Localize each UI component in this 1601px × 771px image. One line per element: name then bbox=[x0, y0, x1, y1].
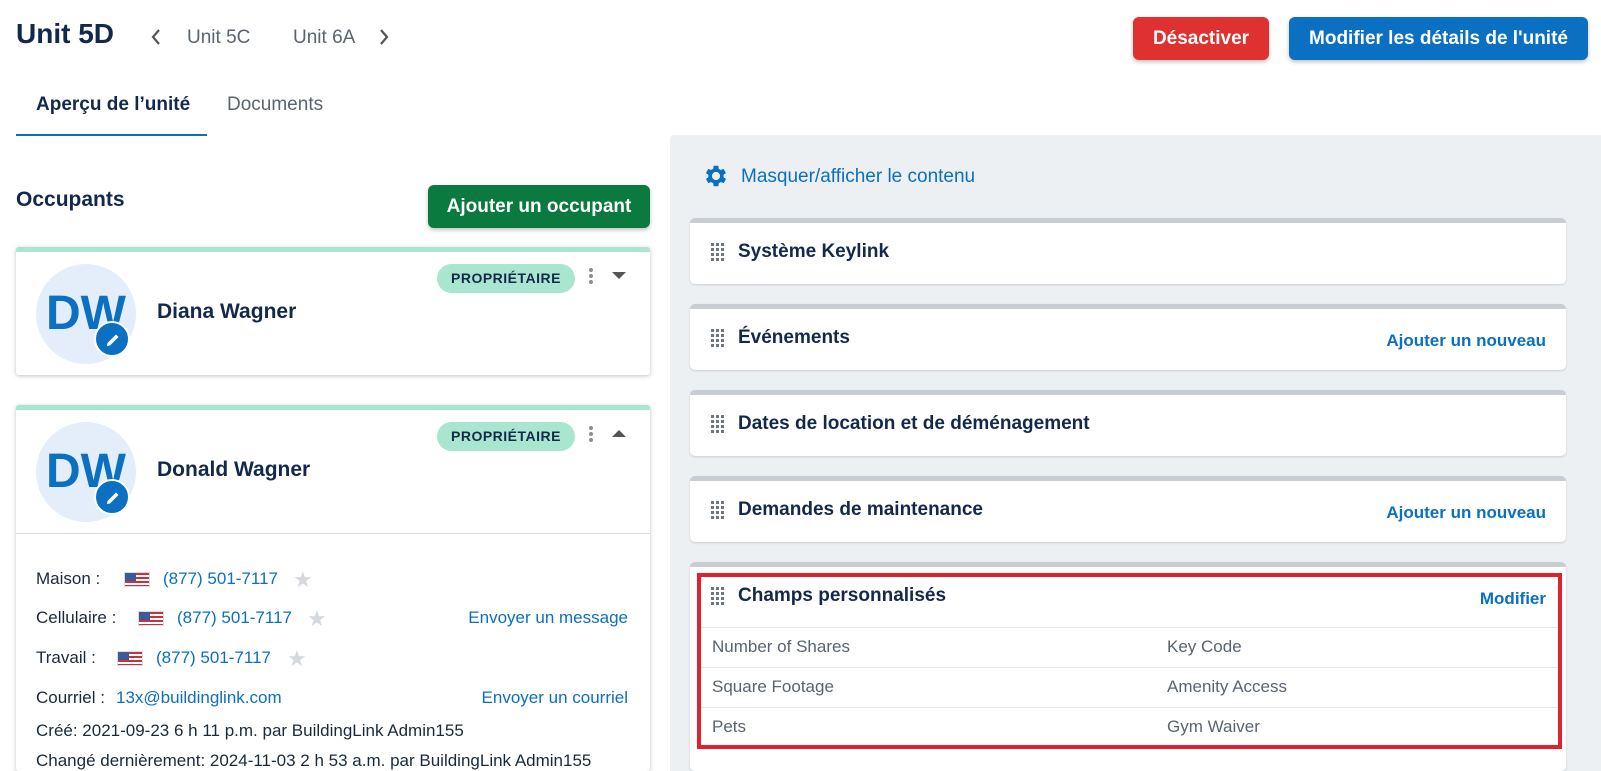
highlight-box bbox=[697, 573, 1562, 749]
send-email-link[interactable]: Envoyer un courriel bbox=[482, 688, 628, 708]
tab-documents[interactable]: Documents bbox=[227, 94, 323, 116]
gear-icon[interactable] bbox=[702, 162, 730, 190]
section-title[interactable]: Dates de location et de déménagement bbox=[738, 413, 1090, 435]
kebab-menu-icon[interactable] bbox=[586, 424, 596, 448]
us-flag-icon bbox=[124, 572, 150, 587]
cell-label: Cellulaire : bbox=[36, 608, 117, 627]
add-maintenance-link[interactable]: Ajouter un nouveau bbox=[1386, 503, 1546, 523]
star-icon[interactable]: ★ bbox=[293, 567, 313, 593]
occupants-heading: Occupants bbox=[16, 188, 125, 211]
us-flag-icon bbox=[117, 651, 143, 666]
occupant-card: DW Diana Wagner PROPRIÉTAIRE bbox=[16, 247, 650, 375]
occupant-name[interactable]: Diana Wagner bbox=[157, 300, 296, 324]
star-icon[interactable]: ★ bbox=[287, 646, 307, 672]
occupant-name[interactable]: Donald Wagner bbox=[157, 458, 310, 482]
work-label: Travail : bbox=[36, 648, 96, 667]
add-occupant-button[interactable]: Ajouter un occupant bbox=[428, 185, 650, 228]
edit-unit-button[interactable]: Modifier les détails de l'unité bbox=[1289, 17, 1588, 60]
drag-handle-icon[interactable] bbox=[711, 243, 725, 263]
next-unit-link[interactable]: Unit 6A bbox=[293, 27, 355, 49]
role-badge: PROPRIÉTAIRE bbox=[437, 422, 575, 451]
edit-occupant-button[interactable] bbox=[94, 321, 130, 357]
section-title[interactable]: Demandes de maintenance bbox=[738, 499, 983, 521]
role-badge: PROPRIÉTAIRE bbox=[437, 264, 575, 293]
section-lease-dates: Dates de location et de déménagement bbox=[690, 390, 1566, 456]
drag-handle-icon[interactable] bbox=[711, 329, 725, 349]
chevron-left-icon[interactable] bbox=[150, 28, 166, 48]
pencil-icon bbox=[107, 334, 119, 346]
section-title[interactable]: Système Keylink bbox=[738, 241, 889, 263]
add-event-link[interactable]: Ajouter un nouveau bbox=[1386, 331, 1546, 351]
email-link[interactable]: 13x@buildinglink.com bbox=[116, 688, 282, 708]
show-hide-content-link[interactable]: Masquer/afficher le contenu bbox=[741, 166, 975, 188]
home-phone-link[interactable]: (877) 501-7117 bbox=[163, 569, 278, 589]
send-message-link[interactable]: Envoyer un message bbox=[468, 608, 628, 628]
occupant-card: DW Donald Wagner PROPRIÉTAIRE Maison : (… bbox=[16, 405, 650, 771]
home-label: Maison : bbox=[36, 569, 101, 588]
section-events: Événements Ajouter un nouveau bbox=[690, 304, 1566, 370]
pencil-icon bbox=[107, 492, 119, 504]
work-phone-link[interactable]: (877) 501-7117 bbox=[156, 648, 271, 668]
section-title[interactable]: Événements bbox=[738, 327, 850, 349]
star-icon[interactable]: ★ bbox=[307, 606, 327, 632]
section-maintenance: Demandes de maintenance Ajouter un nouve… bbox=[690, 476, 1566, 542]
drag-handle-icon[interactable] bbox=[711, 415, 725, 435]
page-title: Unit 5D bbox=[16, 18, 114, 49]
page-header: Unit 5D Unit 5C Unit 6A Désactiver Modif… bbox=[0, 0, 1601, 78]
avatar: DW bbox=[36, 422, 136, 522]
divider bbox=[16, 533, 650, 534]
email-label: Courriel : bbox=[36, 688, 105, 707]
active-tab-indicator bbox=[16, 134, 207, 136]
cell-phone-link[interactable]: (877) 501-7117 bbox=[177, 608, 292, 628]
kebab-menu-icon[interactable] bbox=[586, 266, 596, 290]
chevron-down-icon[interactable] bbox=[612, 272, 626, 279]
drag-handle-icon[interactable] bbox=[711, 501, 725, 521]
deactivate-button[interactable]: Désactiver bbox=[1133, 17, 1269, 60]
us-flag-icon bbox=[138, 611, 164, 626]
section-keylink: Système Keylink bbox=[690, 218, 1566, 284]
edit-occupant-button[interactable] bbox=[94, 479, 130, 515]
created-info: Créé: 2021-09-23 6 h 11 p.m. par Buildin… bbox=[36, 721, 464, 740]
last-changed-info: Changé dernièrement: 2024-11-03 2 h 53 a… bbox=[36, 751, 592, 770]
tab-unit-overview[interactable]: Aperçu de l’unité bbox=[36, 94, 190, 116]
chevron-up-icon[interactable] bbox=[612, 430, 626, 437]
chevron-right-icon[interactable] bbox=[378, 28, 394, 48]
prev-unit-link[interactable]: Unit 5C bbox=[187, 27, 250, 49]
avatar: DW bbox=[36, 264, 136, 364]
